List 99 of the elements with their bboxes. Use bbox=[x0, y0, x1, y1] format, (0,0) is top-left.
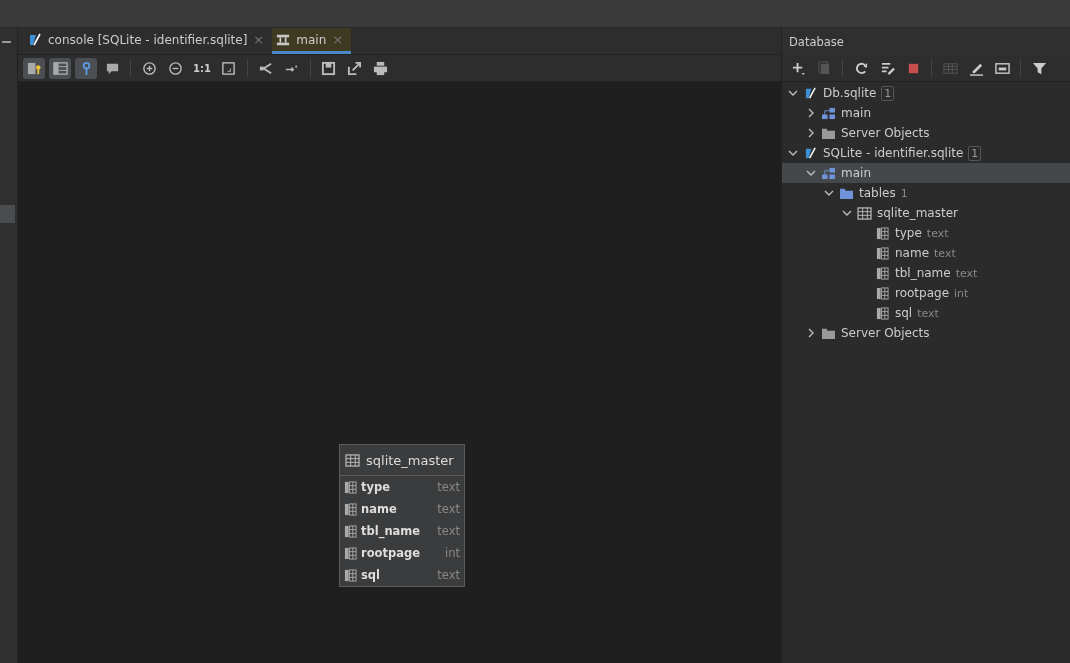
tree-label: tables bbox=[859, 186, 896, 200]
diagram-icon bbox=[276, 32, 291, 47]
key-button[interactable] bbox=[75, 57, 97, 79]
column-name: type bbox=[361, 480, 391, 494]
panel-title: Database bbox=[782, 28, 1070, 55]
tree-label: Server Objects bbox=[841, 126, 930, 140]
tree-item[interactable]: Server Objects bbox=[782, 123, 1070, 143]
column-icon bbox=[344, 480, 357, 494]
table-icon bbox=[345, 453, 360, 467]
table-node[interactable]: sqlite_master type text name text tbl_name text rootpage int sql text bbox=[339, 444, 465, 587]
table-icon bbox=[52, 60, 68, 76]
layout-icon bbox=[258, 60, 274, 76]
table-name: sqlite_master bbox=[366, 452, 454, 468]
schema-icon bbox=[821, 106, 836, 120]
column-name: name bbox=[361, 502, 397, 516]
tree-item[interactable]: main bbox=[782, 163, 1070, 183]
strip-marker bbox=[0, 205, 15, 223]
tree-label: Server Objects bbox=[841, 326, 930, 340]
tree-item[interactable]: tables 1 bbox=[782, 183, 1070, 203]
tree-label: sqlite_master bbox=[877, 206, 958, 220]
chevron-down-icon[interactable] bbox=[842, 208, 852, 218]
refresh-icon bbox=[853, 60, 869, 76]
tree-label: rootpage bbox=[895, 286, 950, 300]
column-icon bbox=[875, 306, 890, 320]
chevron-down-icon[interactable] bbox=[788, 148, 798, 158]
count-badge: 1 bbox=[881, 85, 895, 101]
editor-tab[interactable]: console [SQLite - identifier.sqlite] × bbox=[24, 28, 273, 54]
columns-key-icon bbox=[26, 60, 42, 76]
folder-icon bbox=[821, 126, 836, 140]
tree-label: type bbox=[895, 226, 922, 240]
properties-icon bbox=[879, 60, 895, 76]
column-type: int bbox=[445, 546, 460, 560]
export-icon bbox=[347, 60, 363, 76]
tree-item[interactable]: SQLite - identifier.sqlite 1 bbox=[782, 143, 1070, 163]
table-button[interactable] bbox=[49, 57, 71, 79]
column-type: text bbox=[437, 480, 460, 494]
column-icon bbox=[344, 502, 357, 516]
zoom-in-icon bbox=[141, 60, 157, 76]
column-type: text bbox=[926, 226, 949, 240]
chevron-right-icon[interactable] bbox=[806, 328, 816, 338]
column-type: text bbox=[437, 502, 460, 516]
add-icon bbox=[790, 60, 806, 76]
column-icon bbox=[875, 286, 890, 300]
column-type: text bbox=[934, 246, 956, 260]
tree-label: main bbox=[841, 166, 871, 180]
chevron-right-icon[interactable] bbox=[806, 108, 816, 118]
zoom-out-icon bbox=[167, 60, 183, 76]
chevron-down-icon[interactable] bbox=[806, 168, 816, 178]
console-icon bbox=[994, 60, 1010, 76]
tree-item[interactable]: Server Objects bbox=[782, 323, 1070, 343]
column-name: sql bbox=[361, 568, 381, 582]
column-name: rootpage bbox=[361, 546, 420, 560]
column-icon bbox=[875, 226, 890, 240]
count-badge: 1 bbox=[968, 145, 982, 161]
tree-item[interactable]: name text bbox=[782, 243, 1070, 263]
editor-tab[interactable]: main × bbox=[272, 28, 352, 54]
chevron-down-icon[interactable] bbox=[788, 88, 798, 98]
column-icon bbox=[344, 546, 357, 560]
column-icon bbox=[344, 568, 357, 582]
copy-icon bbox=[816, 60, 832, 76]
chevron-right-icon[interactable] bbox=[806, 128, 816, 138]
chevron-down-icon[interactable] bbox=[824, 188, 834, 198]
columns-key-button[interactable] bbox=[23, 57, 45, 79]
column-type: text bbox=[955, 266, 978, 280]
tree-item[interactable]: tbl_name text bbox=[782, 263, 1070, 283]
column-icon bbox=[875, 246, 890, 260]
column-type: text bbox=[437, 524, 460, 538]
tree-item[interactable]: sqlite_master bbox=[782, 203, 1070, 223]
quill-icon bbox=[803, 86, 818, 100]
folder-icon bbox=[839, 186, 854, 200]
tree-label: sql bbox=[895, 306, 913, 320]
tree-item[interactable]: type text bbox=[782, 223, 1070, 243]
print-icon bbox=[373, 60, 389, 76]
tree-label: SQLite - identifier.sqlite bbox=[823, 146, 964, 160]
column-icon bbox=[875, 266, 890, 280]
tree-item[interactable]: rootpage int bbox=[782, 283, 1070, 303]
column-icon bbox=[344, 524, 357, 538]
quill-icon bbox=[803, 146, 818, 160]
actual-size-button[interactable]: 1:1 bbox=[190, 57, 214, 79]
column-type: int bbox=[954, 286, 969, 300]
tree-item[interactable]: Db.sqlite 1 bbox=[782, 83, 1070, 103]
column-type: text bbox=[437, 568, 460, 582]
column-name: tbl_name bbox=[361, 524, 421, 538]
tree-label: Db.sqlite bbox=[823, 86, 877, 100]
item-count: 1 bbox=[900, 186, 908, 200]
table-icon bbox=[857, 206, 872, 220]
folder-icon bbox=[821, 326, 836, 340]
column-type: text bbox=[917, 306, 939, 320]
schema-icon bbox=[821, 166, 836, 180]
save-icon bbox=[321, 60, 337, 76]
fit-icon bbox=[221, 60, 237, 76]
tree-item[interactable]: main bbox=[782, 103, 1070, 123]
grid-icon bbox=[942, 60, 958, 76]
tree-label: tbl_name bbox=[895, 266, 951, 280]
tree-item[interactable]: sql text bbox=[782, 303, 1070, 323]
tree-label: main bbox=[841, 106, 871, 120]
quill-icon bbox=[28, 32, 42, 47]
filter-icon bbox=[1031, 60, 1047, 76]
tree-label: name bbox=[895, 246, 930, 260]
